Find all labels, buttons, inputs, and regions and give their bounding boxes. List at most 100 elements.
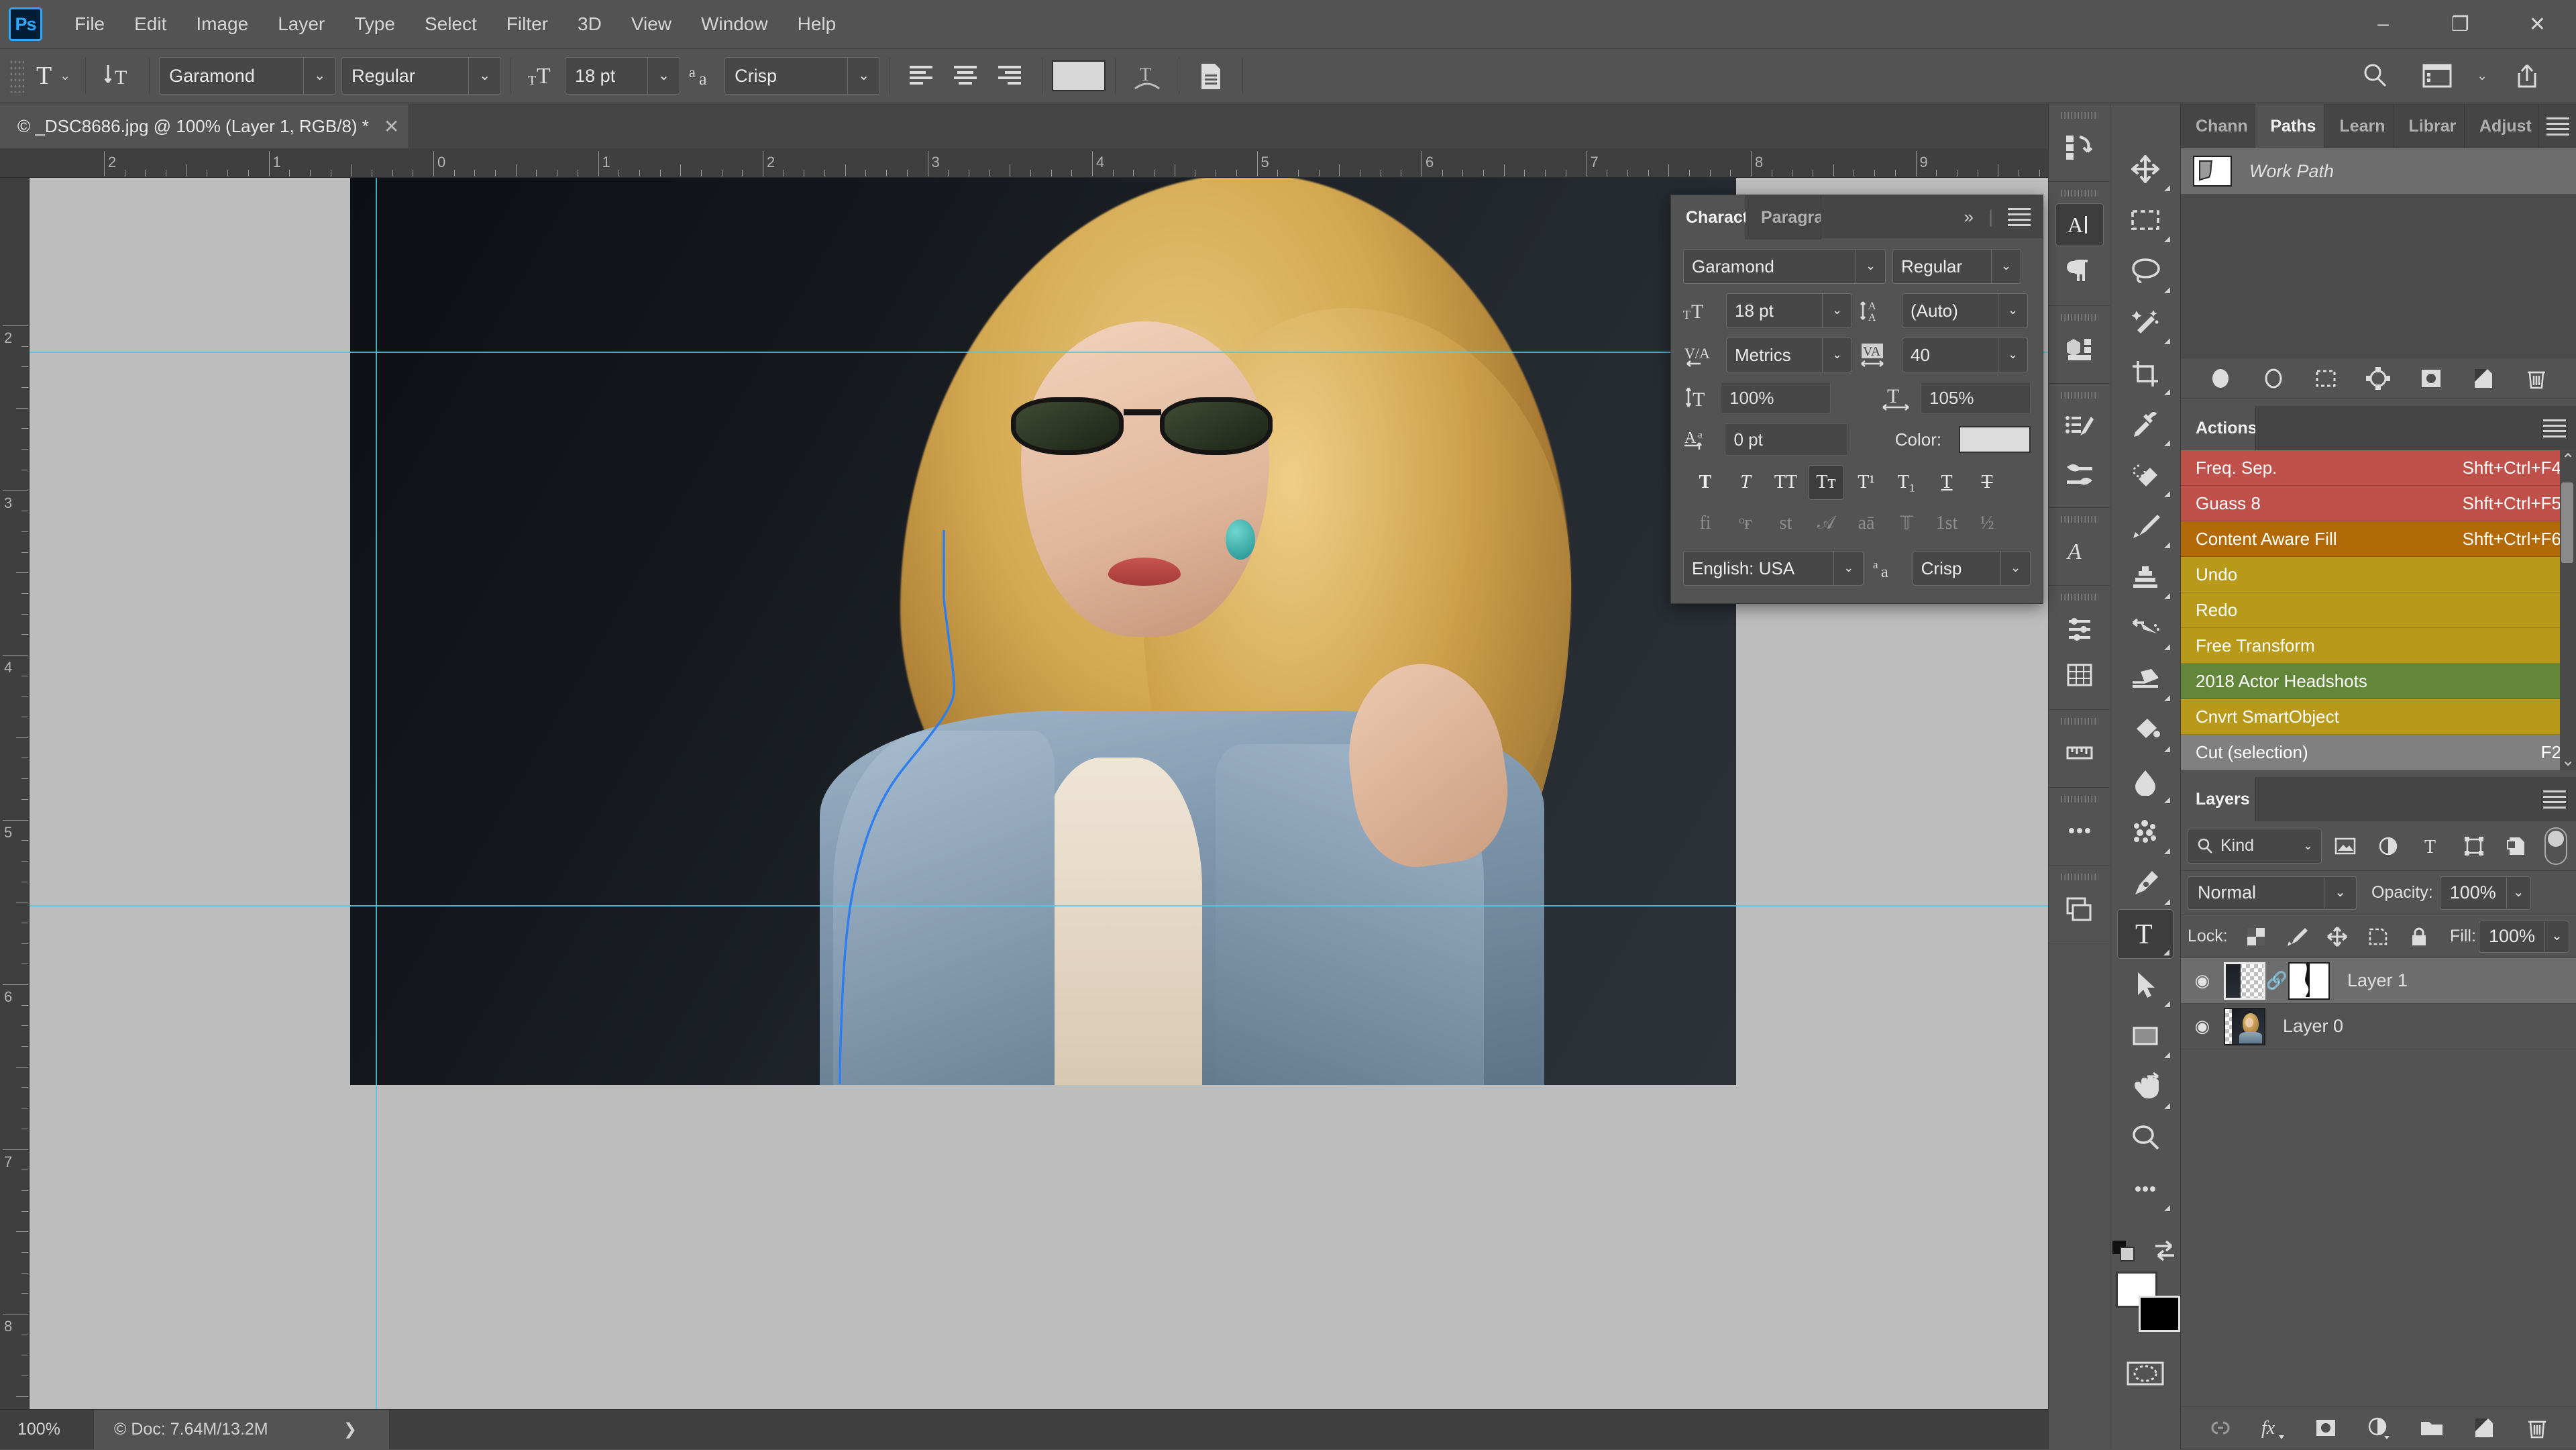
drag-handle[interactable] — [2061, 109, 2098, 121]
font-size-select[interactable]: 18 pt ⌄ — [565, 57, 680, 95]
titling-alternates-button[interactable]: 𝕋 — [1888, 507, 1925, 540]
vertical-ruler[interactable]: 2345678 — [0, 178, 30, 1409]
character-kerning-select[interactable]: Metrics ⌄ — [1726, 338, 1852, 372]
panel-menu-icon[interactable] — [2539, 104, 2576, 148]
swap-colors-icon[interactable] — [2150, 1238, 2180, 1265]
fractions-button[interactable]: ½ — [1969, 507, 2005, 540]
drag-handle[interactable] — [2061, 793, 2098, 805]
toggle-panels-icon[interactable] — [1189, 56, 1233, 95]
rectangle-tool[interactable] — [2117, 1011, 2174, 1061]
action-row[interactable]: Undo — [2181, 557, 2576, 592]
character-baseline-shift-input[interactable]: 0 pt — [1725, 423, 1847, 456]
smart-object-filter-icon[interactable] — [2498, 829, 2536, 864]
layer-name[interactable]: Layer 0 — [2283, 1016, 2343, 1037]
small-caps-button[interactable]: Tᴛ — [1808, 465, 1844, 500]
menu-item-file[interactable]: File — [60, 0, 119, 48]
tab-adjust[interactable]: Adjust — [2465, 104, 2539, 148]
lock-image-pixels-icon[interactable] — [2277, 919, 2316, 954]
character-tracking-input[interactable]: 40 ⌄ — [1902, 338, 2028, 372]
layer-row-1[interactable]: ◉ 🔗 Layer 1 — [2181, 958, 2576, 1004]
ordinals-button[interactable]: 1st — [1929, 507, 1965, 540]
menu-item-layer[interactable]: Layer — [263, 0, 339, 48]
zoom-level[interactable]: 100% — [0, 1420, 94, 1439]
spot-healing-brush-tool[interactable] — [2117, 450, 2174, 500]
action-row[interactable]: Guass 8Shft+Ctrl+F5 — [2181, 486, 2576, 521]
link-layers-icon[interactable] — [2203, 1412, 2238, 1443]
tab-character[interactable]: Character — [1671, 195, 1746, 240]
lock-artboard-icon[interactable] — [2359, 919, 2398, 954]
brush-tool[interactable] — [2117, 501, 2174, 551]
align-center-icon[interactable] — [944, 56, 988, 95]
adjustment-filter-icon[interactable] — [2369, 829, 2408, 864]
horizontal-type-tool[interactable]: T — [2117, 909, 2174, 959]
history-icon[interactable] — [2055, 125, 2104, 168]
zoom-tool[interactable] — [2117, 1113, 2174, 1163]
background-color-swatch[interactable] — [2139, 1296, 2180, 1332]
3d-panel-icon[interactable] — [2055, 327, 2104, 370]
action-row[interactable]: Cnvrt SmartObject — [2181, 699, 2576, 735]
brush-presets-icon[interactable] — [2055, 405, 2104, 448]
delete-layer-icon[interactable] — [2520, 1412, 2555, 1443]
character-panel-icon[interactable]: A — [2055, 203, 2104, 246]
new-path-icon[interactable] — [2466, 363, 2501, 394]
guide-vertical[interactable] — [376, 178, 377, 1409]
share-icon[interactable] — [2505, 56, 2549, 95]
character-horizontal-scale-input[interactable]: 105% — [1921, 382, 2031, 414]
pen-tool[interactable] — [2117, 858, 2174, 908]
workspace-icon[interactable] — [2415, 56, 2459, 95]
layer-comps-icon[interactable] — [2055, 887, 2104, 930]
character-language-select[interactable]: English: USA ⌄ — [1683, 551, 1864, 586]
fill-input[interactable]: 100% ⌄ — [2479, 921, 2569, 953]
action-row[interactable]: Freq. Sep.Shft+Ctrl+F4 — [2181, 450, 2576, 486]
filter-enable-toggle[interactable] — [2544, 827, 2567, 865]
close-button[interactable]: ✕ — [2499, 0, 2576, 48]
standard-ligatures-button[interactable]: fi — [1687, 507, 1723, 540]
lock-all-icon[interactable] — [2400, 919, 2438, 954]
eyedropper-tool[interactable] — [2117, 399, 2174, 449]
layer-visibility-toggle[interactable]: ◉ — [2181, 970, 2224, 991]
faux-bold-button[interactable]: T — [1687, 465, 1723, 500]
blur-tool[interactable] — [2117, 756, 2174, 806]
action-row[interactable]: Free Transform — [2181, 628, 2576, 664]
tab-layers[interactable]: Layers — [2181, 777, 2256, 821]
object-selection-tool[interactable] — [2117, 297, 2174, 347]
add-mask-icon[interactable] — [2414, 363, 2449, 394]
character-font-size-input[interactable]: 18 pt ⌄ — [1726, 293, 1852, 328]
lock-transparent-pixels-icon[interactable] — [2237, 919, 2275, 954]
underline-button[interactable]: T — [1929, 465, 1965, 500]
default-colors-icon[interactable] — [2111, 1238, 2141, 1265]
menu-item-help[interactable]: Help — [783, 0, 851, 48]
drag-handle[interactable] — [2061, 591, 2098, 603]
actions-scroll-thumb[interactable] — [2561, 482, 2573, 563]
add-layer-mask-icon[interactable] — [2308, 1412, 2343, 1443]
layer-name[interactable]: Layer 1 — [2347, 970, 2408, 991]
menu-item-view[interactable]: View — [616, 0, 686, 48]
character-antialias-select[interactable]: Crisp ⌄ — [1913, 551, 2031, 586]
character-leading-input[interactable]: (Auto) ⌄ — [1902, 293, 2028, 328]
scroll-down-icon[interactable]: ⌄ — [2561, 751, 2575, 770]
subscript-button[interactable]: T₁ — [1888, 465, 1925, 500]
tab-actions[interactable]: Actions — [2181, 406, 2256, 450]
menu-item-window[interactable]: Window — [686, 0, 783, 48]
menu-item-select[interactable]: Select — [410, 0, 492, 48]
font-style-select[interactable]: Regular ⌄ — [341, 57, 501, 95]
layer-mask-thumbnail[interactable] — [2288, 962, 2330, 1000]
quick-mask-icon[interactable] — [2125, 1359, 2165, 1388]
menu-item-edit[interactable]: Edit — [119, 0, 181, 48]
warp-text-icon[interactable]: T — [1125, 56, 1169, 95]
tab-paths[interactable]: Paths — [2255, 104, 2324, 148]
patterns-icon[interactable] — [2055, 654, 2104, 696]
new-layer-icon[interactable] — [2467, 1412, 2502, 1443]
character-font-family-select[interactable]: Garamond ⌄ — [1683, 249, 1886, 284]
opacity-input[interactable]: 100% ⌄ — [2440, 876, 2531, 910]
measure-icon[interactable] — [2055, 731, 2104, 774]
shape-filter-icon[interactable] — [2455, 829, 2493, 864]
adjustments-icon[interactable] — [2055, 607, 2104, 650]
action-row[interactable]: 2018 Actor Headshots — [2181, 664, 2576, 699]
action-row[interactable]: Cut (selection)F2 — [2181, 735, 2576, 770]
layer-style-fx-icon[interactable]: fx — [2256, 1412, 2291, 1443]
move-tool[interactable] — [2117, 144, 2174, 194]
maximize-button[interactable]: ❐ — [2422, 0, 2499, 48]
clone-stamp-tool[interactable] — [2117, 552, 2174, 602]
load-selection-icon[interactable] — [2308, 363, 2343, 394]
